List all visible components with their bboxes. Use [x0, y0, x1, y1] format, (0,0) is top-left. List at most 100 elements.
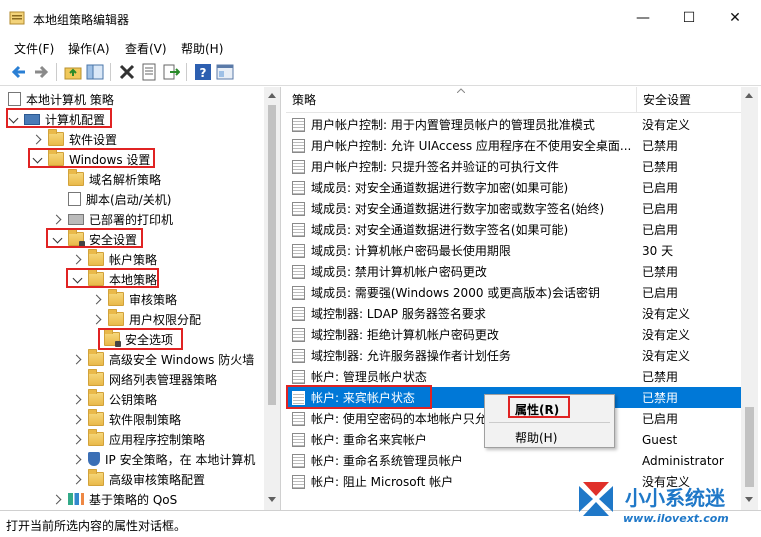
policy-setting-icon — [292, 285, 305, 300]
menu-help[interactable]: 帮助(H) — [181, 40, 223, 57]
chevron-right-icon[interactable] — [52, 493, 64, 505]
tree-item-label: IP 安全策略，在 本地计算机 — [105, 452, 256, 467]
policy-row[interactable]: 域成员: 计算机帐户密码最长使用期限 30 天 — [286, 240, 741, 261]
column-header-label: 策略 — [292, 93, 317, 107]
tree-scrollbar[interactable] — [264, 87, 280, 510]
tree-item-windows-settings[interactable]: Windows 设置 — [32, 149, 150, 169]
tree-item-software-settings[interactable]: 软件设置 — [32, 129, 117, 149]
menu-file[interactable]: 文件(F) — [14, 40, 54, 57]
chevron-down-icon[interactable] — [8, 113, 20, 125]
policy-row[interactable]: 域控制器: 允许服务器操作者计划任务 没有定义 — [286, 345, 741, 366]
policy-row[interactable]: 域成员: 禁用计算机帐户密码更改 已禁用 — [286, 261, 741, 282]
chevron-right-icon[interactable] — [92, 293, 104, 305]
policy-setting-icon — [292, 180, 305, 195]
policy-row[interactable]: 域成员: 对安全通道数据进行数字签名(如果可能) 已启用 — [286, 219, 741, 240]
chevron-down-icon[interactable] — [32, 153, 44, 165]
chevron-down-icon[interactable] — [52, 233, 64, 245]
chevron-right-icon[interactable] — [32, 133, 44, 145]
show-hide-tree-icon[interactable] — [86, 63, 104, 81]
policy-row[interactable]: 域控制器: 拒绝计算机帐户密码更改 没有定义 — [286, 324, 741, 345]
policy-row[interactable]: 用户帐户控制: 只提升签名并验证的可执行文件 已禁用 — [286, 156, 741, 177]
context-menu-help[interactable]: 帮助(H) — [515, 429, 557, 446]
folder-icon — [108, 309, 124, 326]
column-header-setting[interactable]: 安全设置 — [637, 87, 741, 113]
maximize-button[interactable]: ☐ — [666, 0, 712, 36]
policy-row[interactable]: 用户帐户控制: 允许 UIAccess 应用程序在不使用安全桌面... 已禁用 — [286, 135, 741, 156]
menu-action[interactable]: 操作(A) — [68, 40, 110, 57]
tree-item-policy-based-qos[interactable]: 基于策略的 QoS — [52, 489, 177, 509]
tree-item-name-resolution-policy[interactable]: 域名解析策略 — [52, 169, 161, 189]
tree-item-audit-policy[interactable]: 审核策略 — [92, 289, 177, 309]
chevron-right-icon[interactable] — [72, 393, 84, 405]
minimize-icon: — — [636, 10, 650, 26]
chevron-right-icon[interactable] — [72, 253, 84, 265]
tree-item-public-key-policies[interactable]: 公钥策略 — [72, 389, 157, 409]
watermark-logo-icon — [579, 482, 613, 516]
console-tree[interactable]: 本地计算机 策略 计算机配置 软件设置 Windows 设置 域名解析策略 脚本… — [0, 87, 281, 510]
forward-icon[interactable] — [32, 63, 50, 81]
tree-item-security-settings[interactable]: 安全设置 — [52, 229, 137, 249]
policy-row[interactable]: 帐户: 管理员帐户状态 已禁用 — [286, 366, 741, 387]
chevron-right-icon[interactable] — [72, 473, 84, 485]
export-icon[interactable] — [162, 63, 180, 81]
tree-item-computer-configuration[interactable]: 计算机配置 — [8, 109, 105, 129]
policy-row[interactable]: 域控制器: LDAP 服务器签名要求 没有定义 — [286, 303, 741, 324]
computer-icon — [24, 113, 40, 125]
tree-item-local-computer-policy[interactable]: 本地计算机 策略 — [8, 89, 114, 109]
tree-item-ip-security[interactable]: IP 安全策略，在 本地计算机 — [72, 449, 255, 469]
tree-item-network-list-manager[interactable]: 网络列表管理器策略 — [72, 369, 217, 389]
policy-row[interactable]: 帐户: 重命名系统管理员帐户 Administrator — [286, 450, 741, 471]
scroll-up-icon[interactable] — [745, 93, 753, 98]
properties-icon[interactable] — [140, 63, 158, 81]
console-icon[interactable] — [216, 63, 234, 81]
policy-row[interactable]: 域成员: 需要强(Windows 2000 或更高版本)会话密钥 已启用 — [286, 282, 741, 303]
minimize-button[interactable]: — — [620, 0, 666, 36]
chevron-right-icon[interactable] — [72, 413, 84, 425]
scroll-up-icon[interactable] — [268, 93, 276, 98]
tree-scrollbar-thumb[interactable] — [268, 105, 276, 405]
folder-icon — [88, 429, 104, 446]
tree-item-app-control[interactable]: 应用程序控制策略 — [72, 429, 205, 449]
chevron-right-icon[interactable] — [92, 313, 104, 325]
tree-item-label: 审核策略 — [129, 292, 178, 307]
tree-item-label: 脚本(启动/关机) — [86, 192, 172, 207]
help-icon[interactable]: ? — [194, 63, 212, 81]
tree-item-label: 网络列表管理器策略 — [109, 372, 218, 387]
tree-item-security-options[interactable]: 安全选项 — [104, 329, 173, 349]
tree-item-account-policies[interactable]: 帐户策略 — [72, 249, 157, 269]
toolbar-separator — [110, 63, 111, 81]
tree-item-scripts[interactable]: 脚本(启动/关机) — [52, 189, 171, 209]
folder-icon — [88, 409, 104, 426]
policy-row[interactable]: 域成员: 对安全通道数据进行数字加密或数字签名(始终) 已启用 — [286, 198, 741, 219]
folder-icon — [108, 289, 124, 306]
chevron-right-icon[interactable] — [72, 433, 84, 445]
back-icon[interactable] — [10, 63, 28, 81]
folder-icon — [104, 329, 121, 347]
up-folder-icon[interactable] — [64, 63, 82, 81]
scroll-down-icon[interactable] — [268, 497, 276, 502]
context-menu-separator — [489, 422, 610, 423]
list-scrollbar-thumb[interactable] — [745, 407, 754, 487]
folder-icon — [88, 349, 104, 366]
policy-row[interactable]: 域成员: 对安全通道数据进行数字加密(如果可能) 已启用 — [286, 177, 741, 198]
policy-setting-icon — [292, 264, 305, 279]
delete-icon[interactable] — [118, 63, 136, 81]
security-folder-icon — [68, 229, 85, 247]
tree-item-windows-firewall[interactable]: 高级安全 Windows 防火墙 — [72, 349, 254, 369]
context-menu-properties[interactable]: 属性(R) — [515, 401, 559, 418]
policy-row[interactable]: 用户帐户控制: 用于内置管理员帐户的管理员批准模式 没有定义 — [286, 114, 741, 135]
chevron-right-icon[interactable] — [72, 453, 84, 465]
list-scrollbar[interactable] — [741, 87, 758, 510]
tree-item-advanced-audit[interactable]: 高级审核策略配置 — [72, 469, 205, 489]
policy-setting-icon — [292, 222, 305, 237]
chevron-right-icon[interactable] — [52, 213, 64, 225]
chevron-down-icon[interactable] — [72, 273, 84, 285]
toolbar-separator — [56, 63, 57, 81]
close-button[interactable]: ✕ — [712, 0, 758, 36]
tree-item-local-policies[interactable]: 本地策略 — [72, 269, 157, 289]
tree-item-user-rights-assignment[interactable]: 用户权限分配 — [92, 309, 201, 329]
tree-item-software-restriction[interactable]: 软件限制策略 — [72, 409, 181, 429]
menu-view[interactable]: 查看(V) — [125, 40, 167, 57]
tree-item-deployed-printers[interactable]: 已部署的打印机 — [52, 209, 173, 229]
chevron-right-icon[interactable] — [72, 353, 84, 365]
